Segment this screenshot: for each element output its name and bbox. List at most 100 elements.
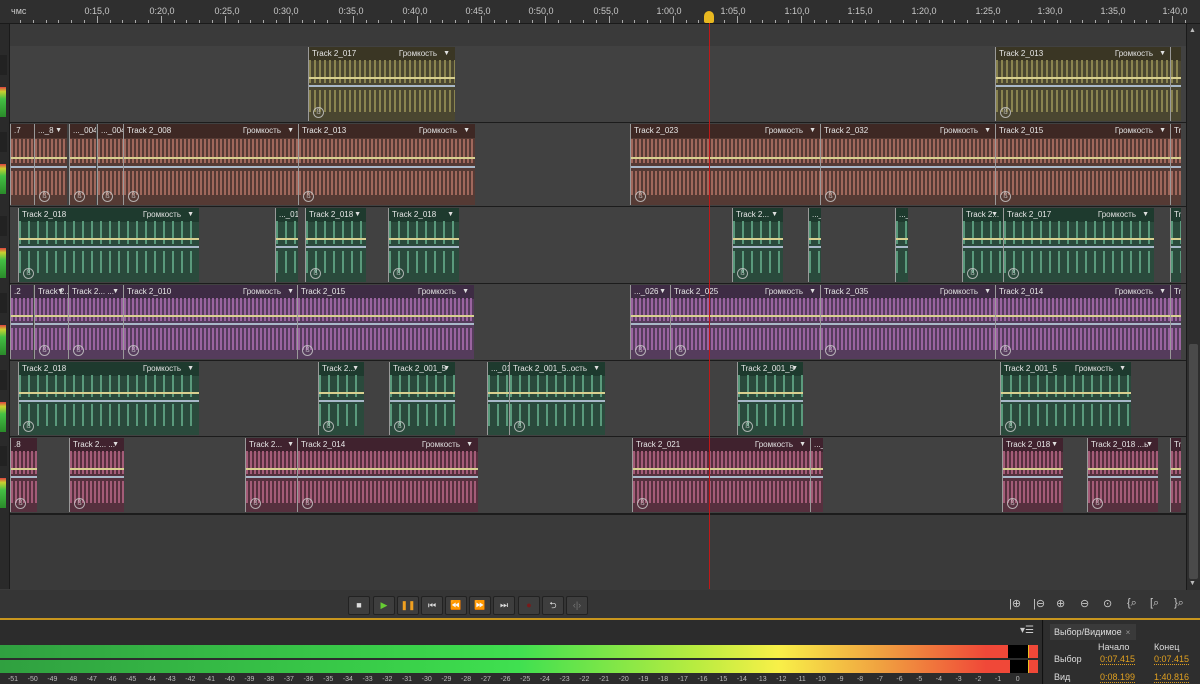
pan-envelope[interactable] <box>306 246 366 249</box>
pan-envelope[interactable] <box>298 476 478 479</box>
selection-end-field[interactable]: 0:07.415 <box>1154 654 1190 665</box>
zoom-in-time-button[interactable]: ⊕ <box>1056 597 1065 610</box>
clip-menu-dropdown-icon[interactable]: ▼ <box>659 285 666 299</box>
pan-envelope[interactable] <box>1171 166 1181 169</box>
clip-volume-label[interactable]: Громкость <box>143 362 181 376</box>
pan-envelope[interactable] <box>319 399 364 402</box>
track-lane[interactable]: Track 2_017 Громкость ▼ ß Track 2_013 Громкос… <box>10 46 1186 124</box>
audio-clip[interactable]: Track 2_025 Громкость ▼ ß <box>670 285 821 359</box>
audio-clip[interactable]: Track 2_014 Громкость ▼ ß <box>995 285 1171 359</box>
playhead-handle[interactable] <box>704 11 714 23</box>
zoom-in-right-button[interactable]: }⌕ <box>1174 597 1184 610</box>
clip-fx-icon[interactable]: ß <box>23 421 34 432</box>
audio-clip[interactable]: ..._1 <box>808 208 821 282</box>
clip-fx-icon[interactable]: ß <box>128 345 139 356</box>
volume-envelope[interactable] <box>821 157 996 160</box>
volume-envelope[interactable] <box>1004 238 1154 241</box>
audio-clip[interactable]: ..._004 ß <box>97 124 125 205</box>
volume-envelope[interactable] <box>733 238 783 241</box>
audio-clip[interactable]: Track 2_018 ...ь ▼ ß <box>1087 438 1158 512</box>
audio-clip[interactable]: Track 2... ... ▼ ß <box>69 438 124 512</box>
audio-clip[interactable]: Track 2_001_5 ▼ ß <box>737 362 803 435</box>
clip-fx-icon[interactable]: ß <box>23 268 34 279</box>
clip-menu-dropdown-icon[interactable]: ▼ <box>991 208 998 222</box>
volume-envelope[interactable] <box>319 391 364 394</box>
audio-clip[interactable]: Track 2... ▼ ß <box>245 438 299 512</box>
clip-fx-icon[interactable]: ß <box>1005 421 1016 432</box>
track-header-button[interactable] <box>0 446 7 466</box>
volume-envelope[interactable] <box>70 157 96 160</box>
volume-envelope[interactable] <box>19 391 199 394</box>
audio-clip[interactable]: Track <box>1170 124 1181 205</box>
audio-clip[interactable]: Track 2_018 ▼ ß <box>305 208 366 282</box>
volume-envelope[interactable] <box>996 315 1171 318</box>
volume-envelope[interactable] <box>963 238 1003 241</box>
volume-envelope[interactable] <box>298 315 474 318</box>
audio-clip[interactable]: ..._6 <box>895 208 908 282</box>
pan-envelope[interactable] <box>821 323 996 326</box>
volume-envelope[interactable] <box>1171 238 1181 241</box>
clip-menu-dropdown-icon[interactable]: ▼ <box>1159 124 1166 138</box>
clip-menu-dropdown-icon[interactable]: ▼ <box>593 362 600 376</box>
clip-volume-label[interactable]: Громкость <box>243 285 281 299</box>
clip-menu-dropdown-icon[interactable]: ▼ <box>984 285 991 299</box>
clip-fx-icon[interactable]: ß <box>637 498 648 509</box>
volume-envelope[interactable] <box>35 315 69 318</box>
stop-button[interactable]: ■ <box>348 596 370 615</box>
volume-envelope[interactable] <box>98 157 125 160</box>
audio-clip[interactable]: Track 2_008 Громкость ▼ ß <box>123 124 299 205</box>
volume-envelope[interactable] <box>389 238 459 241</box>
clip-menu-dropdown-icon[interactable]: ▼ <box>112 285 119 299</box>
volume-envelope[interactable] <box>309 77 455 80</box>
volume-envelope[interactable] <box>69 315 124 318</box>
volume-envelope[interactable] <box>124 157 299 160</box>
record-button[interactable]: ● <box>518 596 540 615</box>
clip-fx-icon[interactable]: ß <box>967 268 978 279</box>
pan-envelope[interactable] <box>996 323 1171 326</box>
clip-fx-icon[interactable]: ß <box>310 268 321 279</box>
pan-envelope[interactable] <box>510 399 605 402</box>
audio-clip[interactable]: Track 2_018 ▼ ß <box>1002 438 1063 512</box>
volume-envelope[interactable] <box>1171 315 1181 318</box>
track-lane[interactable]: Track 2_018 Громкость ▼ ß Track 2... ▼ ß Track … <box>10 361 1186 438</box>
zoom-selection-button[interactable]: [⌕ <box>1150 597 1159 610</box>
volume-envelope[interactable] <box>35 157 67 160</box>
clip-fx-icon[interactable]: ß <box>15 498 26 509</box>
volume-envelope[interactable] <box>390 391 455 394</box>
pan-envelope[interactable] <box>1001 399 1131 402</box>
clip-fx-icon[interactable]: ß <box>514 421 525 432</box>
pan-envelope[interactable] <box>69 323 124 326</box>
volume-envelope[interactable] <box>1171 468 1181 471</box>
track-lane[interactable]: .7 ..._8 ▼ ß ..._004 ß ..._004 ß Track 2_008 Гром… <box>10 123 1186 208</box>
clip-fx-icon[interactable]: ß <box>742 421 753 432</box>
audio-clip[interactable]: Track 2_023 Громкость ▼ ß <box>630 124 821 205</box>
volume-envelope[interactable] <box>671 315 821 318</box>
volume-envelope[interactable] <box>821 315 996 318</box>
audio-clip[interactable]: Track 2... ... ▼ ß <box>68 285 124 359</box>
clip-menu-dropdown-icon[interactable]: ▼ <box>447 208 454 222</box>
pan-envelope[interactable] <box>98 166 125 169</box>
pan-envelope[interactable] <box>35 323 69 326</box>
zoom-in-amplitude-button[interactable]: |⊕ <box>1009 597 1021 610</box>
clip-menu-dropdown-icon[interactable]: ▼ <box>354 208 361 222</box>
track-header-button[interactable] <box>0 132 7 152</box>
audio-clip[interactable]: Track 2... ▼ ß <box>34 285 69 359</box>
volume-envelope[interactable] <box>996 157 1171 160</box>
clip-volume-label[interactable]: Громкость <box>1115 285 1153 299</box>
audio-clip[interactable]: Track 2_013 Громкость ▼ ß <box>995 47 1171 121</box>
pan-envelope[interactable] <box>809 246 821 249</box>
play-button[interactable]: ▶ <box>373 596 395 615</box>
audio-clip[interactable]: ..._8 ▼ ß <box>34 124 67 205</box>
clip-fx-icon[interactable]: ß <box>635 191 646 202</box>
clip-menu-dropdown-icon[interactable]: ▼ <box>55 124 62 138</box>
pan-envelope[interactable] <box>1003 476 1063 479</box>
pan-envelope[interactable] <box>631 166 821 169</box>
audio-clip[interactable]: Track 2_013 Громкость ▼ ß <box>298 124 475 205</box>
clip-menu-dropdown-icon[interactable]: ▼ <box>287 285 294 299</box>
pan-envelope[interactable] <box>811 476 823 479</box>
pan-envelope[interactable] <box>70 476 124 479</box>
volume-envelope[interactable] <box>1171 77 1181 80</box>
volume-envelope[interactable] <box>246 468 299 471</box>
clip-menu-dropdown-icon[interactable]: ▼ <box>287 124 294 138</box>
audio-clip[interactable]: ..._004 ß <box>69 124 96 205</box>
